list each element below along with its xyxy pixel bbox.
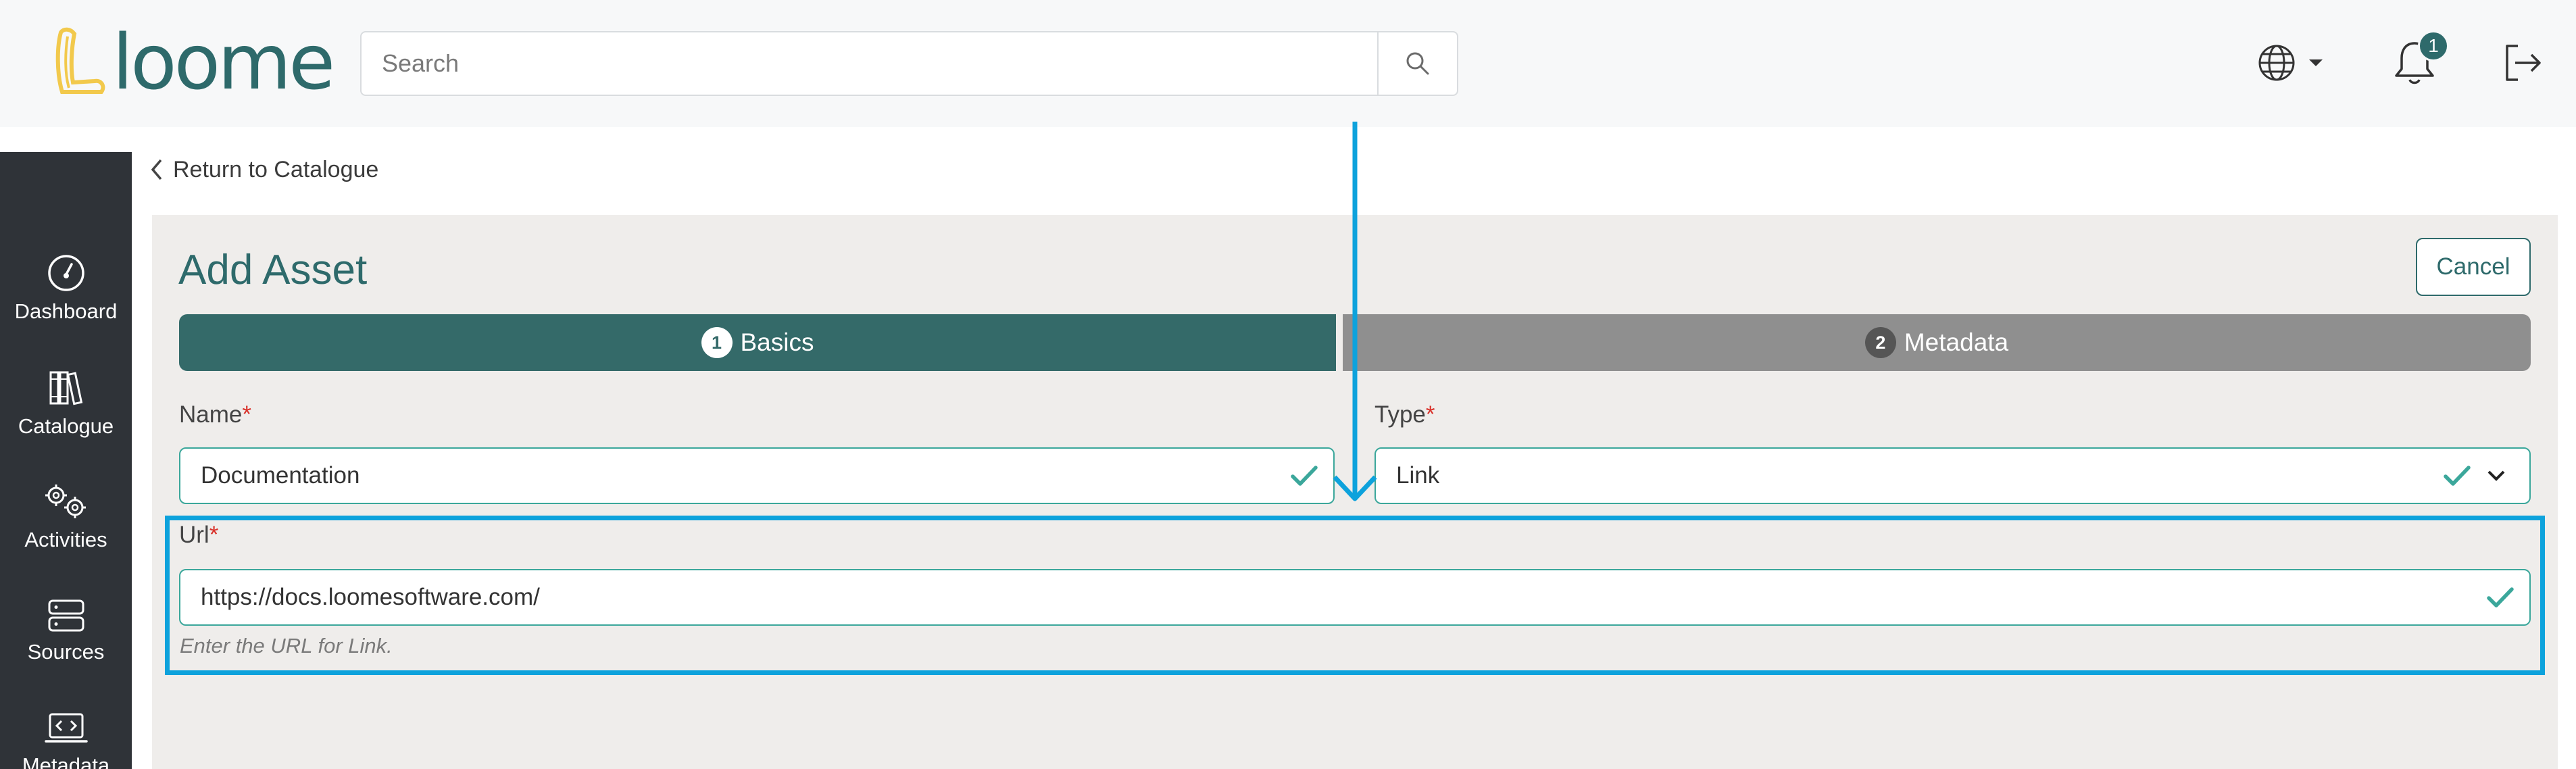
chevron-down-icon: [2487, 470, 2505, 481]
return-to-catalogue-link[interactable]: Return to Catalogue: [150, 154, 378, 185]
books-icon: [49, 371, 82, 405]
step-label: Metadata: [1904, 328, 2009, 356]
sidebar-item-label: Dashboard: [14, 299, 118, 323]
type-select-value: Link: [1396, 462, 1440, 489]
cancel-button[interactable]: Cancel: [2416, 238, 2531, 296]
search-bar: [360, 31, 1458, 96]
logo-mark-icon: [55, 27, 105, 94]
step-number-badge: 2: [1864, 327, 1896, 358]
search-icon: [1406, 52, 1429, 75]
sidebar-item-label: Catalogue: [18, 414, 114, 438]
sidebar-item-dashboard[interactable]: Dashboard: [0, 253, 132, 324]
step-basics[interactable]: 1 Basics: [179, 314, 1336, 371]
server-icon: [48, 599, 84, 632]
step-metadata[interactable]: 2 Metadata: [1343, 314, 2531, 371]
sidebar-item-metadata[interactable]: Metadata: [0, 712, 132, 769]
notification-count-badge: 1: [2418, 30, 2449, 61]
sidebar-item-label: Sources: [27, 640, 105, 664]
loome-logo[interactable]: loome: [54, 19, 338, 107]
type-select[interactable]: Link: [1374, 447, 2531, 504]
sidebar-item-label: Metadata: [22, 753, 110, 769]
caret-down-icon: [2309, 59, 2323, 66]
logout-button[interactable]: [2500, 41, 2545, 85]
step-number-badge: 1: [701, 327, 733, 358]
step-label: Basics: [740, 328, 814, 356]
name-input-value: Documentation: [201, 462, 360, 489]
back-link-label: Return to Catalogue: [173, 156, 379, 182]
name-input[interactable]: Documentation: [179, 447, 1335, 504]
search-input[interactable]: [362, 32, 1377, 95]
logo-wordmark: loome: [112, 19, 335, 107]
valid-check-icon: [2444, 466, 2471, 486]
dashboard-icon: [47, 255, 84, 291]
language-selector[interactable]: [2257, 39, 2331, 86]
sidebar: Dashboard Catalogue Activities Sources M…: [0, 152, 132, 769]
sidebar-item-label: Activities: [24, 528, 107, 551]
name-field-label: Name*: [179, 401, 251, 428]
page-title: Add Asset: [178, 247, 368, 293]
annotation-arrow-icon: [1333, 122, 1377, 501]
name-label-text: Name: [179, 401, 243, 428]
search-button[interactable]: [1377, 32, 1457, 95]
sidebar-item-activities[interactable]: Activities: [0, 482, 132, 552]
sidebar-item-sources[interactable]: Sources: [0, 598, 132, 664]
valid-check-icon: [1291, 466, 1318, 486]
chevron-left-icon: [151, 159, 162, 180]
required-asterisk: *: [242, 401, 251, 428]
logout-icon: [2506, 45, 2541, 81]
gears-icon: [45, 485, 86, 518]
code-laptop-icon: [44, 713, 88, 743]
required-asterisk: *: [1425, 401, 1435, 428]
globe-icon: [2258, 45, 2295, 81]
highlight-box: [165, 516, 2545, 675]
sidebar-item-catalogue[interactable]: Catalogue: [0, 368, 132, 439]
